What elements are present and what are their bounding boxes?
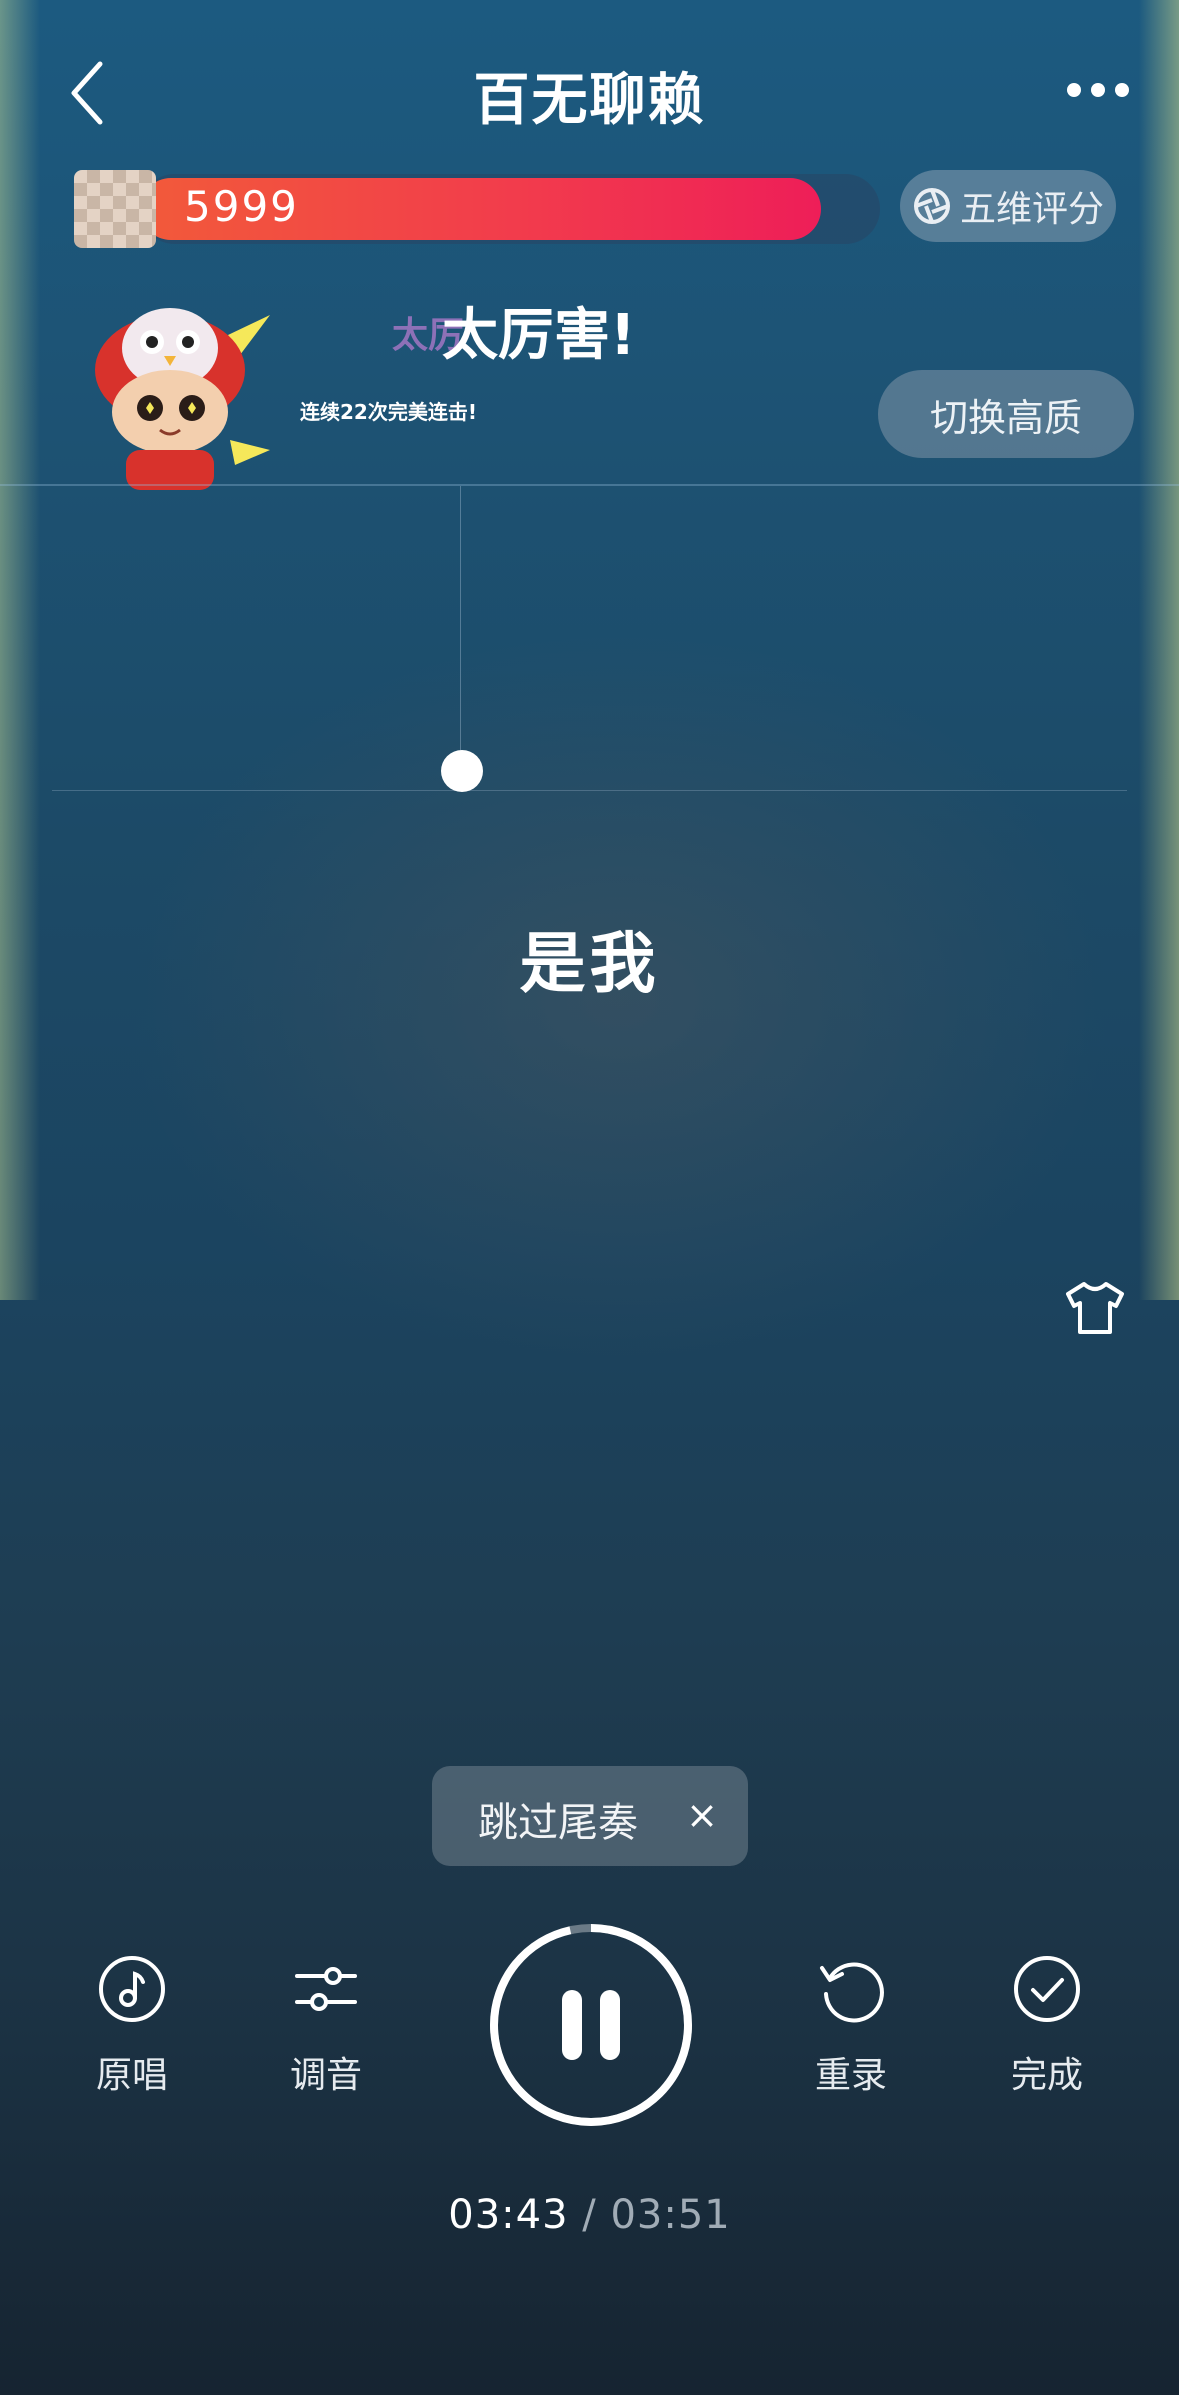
tuning-button[interactable]: 调音 xyxy=(256,1954,396,2098)
combo-title: 太厉害! xyxy=(442,303,636,368)
done-label: 完成 xyxy=(1010,2055,1083,2096)
song-title: 百无聊赖 xyxy=(473,68,706,133)
more-dots-icon xyxy=(1067,83,1081,97)
mascot-image xyxy=(80,300,280,490)
more-options-button[interactable] xyxy=(1067,78,1139,102)
skip-outro-button[interactable]: 跳过尾奏 × xyxy=(432,1766,748,1866)
user-avatar[interactable] xyxy=(74,170,156,248)
edge-glow-left xyxy=(0,0,40,1300)
time-separator: / xyxy=(582,2192,597,2238)
original-vocal-label: 原唱 xyxy=(95,2055,168,2096)
shirt-icon xyxy=(1066,1282,1124,1334)
tuning-label: 调音 xyxy=(289,2055,362,2096)
rating-label: 五维评分 xyxy=(959,189,1104,230)
music-note-icon xyxy=(99,1956,165,2022)
playback-time: 03:43 / 03:51 xyxy=(0,2192,1179,2238)
pitch-playhead-line xyxy=(460,486,461,766)
sliders-icon xyxy=(295,1967,357,2011)
original-vocal-button[interactable]: 原唱 xyxy=(62,1954,202,2098)
refresh-icon xyxy=(820,1962,884,2023)
edge-glow-right xyxy=(1139,0,1179,1300)
pause-icon xyxy=(490,1924,692,2126)
total-time: 03:51 xyxy=(610,2192,731,2238)
combo-subtitle: 连续22次完美连击! xyxy=(300,400,477,424)
done-button[interactable]: 完成 xyxy=(977,1954,1117,2098)
pitch-area-top-border xyxy=(0,484,1179,486)
pitch-baseline xyxy=(52,790,1127,791)
check-circle-icon xyxy=(1014,1956,1080,2022)
close-icon[interactable]: × xyxy=(680,1790,724,1840)
current-lyric: 是我 xyxy=(519,925,660,1002)
pitch-indicator-dot xyxy=(441,750,483,792)
outfit-button[interactable] xyxy=(1064,1280,1126,1336)
score-value: 5999 xyxy=(184,182,299,231)
switch-quality-button[interactable]: 切换高质 xyxy=(878,370,1134,458)
pause-button[interactable] xyxy=(488,1922,694,2128)
skip-outro-label: 跳过尾奏 xyxy=(478,1800,638,1846)
five-dimension-rating-button[interactable]: 五维评分 xyxy=(900,170,1116,242)
current-time: 03:43 xyxy=(448,2192,569,2238)
aperture-icon xyxy=(913,188,950,224)
rerecord-label: 重录 xyxy=(814,2055,887,2096)
rerecord-button[interactable]: 重录 xyxy=(781,1954,921,2098)
